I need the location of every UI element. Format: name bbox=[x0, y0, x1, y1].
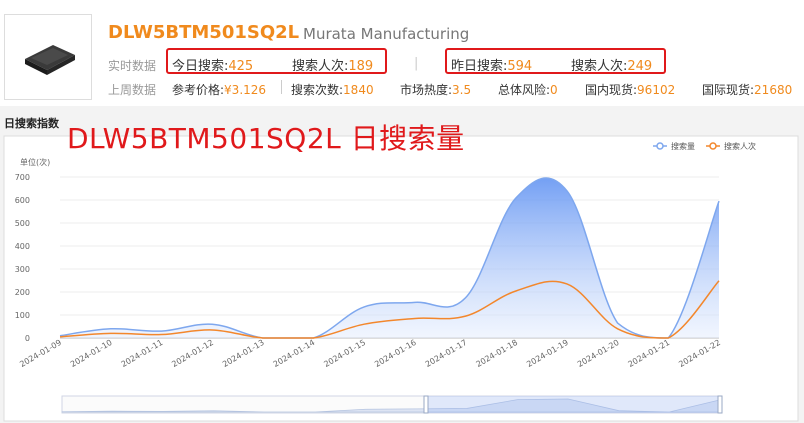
svg-text:搜索人次: 搜索人次 bbox=[724, 141, 756, 151]
search-volume-point[interactable] bbox=[210, 322, 214, 326]
search-people-point[interactable] bbox=[464, 314, 468, 318]
search-volume-point[interactable] bbox=[514, 196, 518, 200]
zoom-selection[interactable] bbox=[426, 396, 720, 413]
zoom-handle-left[interactable] bbox=[423, 395, 429, 414]
y-tick-label: 400 bbox=[15, 242, 30, 251]
search-volume-point[interactable] bbox=[362, 305, 366, 309]
zoom-handle-right[interactable] bbox=[717, 395, 723, 414]
y-tick-label: 500 bbox=[15, 219, 30, 228]
search-people-point[interactable] bbox=[159, 333, 163, 337]
y-tick-label: 300 bbox=[15, 265, 30, 274]
search-people-point[interactable] bbox=[565, 282, 569, 286]
search-volume-point[interactable] bbox=[159, 329, 163, 333]
y-tick-label: 700 bbox=[15, 173, 30, 182]
search-people-point[interactable] bbox=[717, 279, 721, 283]
svg-text:搜索量: 搜索量 bbox=[671, 141, 695, 151]
data-zoom-slider[interactable] bbox=[61, 395, 723, 414]
y-tick-label: 100 bbox=[15, 311, 30, 320]
search-volume-point[interactable] bbox=[464, 296, 468, 300]
search-volume-point[interactable] bbox=[717, 199, 721, 203]
y-tick-label: 200 bbox=[15, 288, 30, 297]
search-volume-chart: 0100200300400500600700 单位(次) 2024-01-09 2… bbox=[3, 135, 799, 422]
search-volume-point[interactable] bbox=[565, 189, 569, 193]
search-people-point[interactable] bbox=[210, 328, 214, 332]
search-people-point[interactable] bbox=[514, 289, 518, 293]
chart-panel bbox=[3, 135, 799, 422]
search-people-point[interactable] bbox=[362, 322, 366, 326]
search-volume-point[interactable] bbox=[616, 321, 620, 325]
y-tick-label: 600 bbox=[15, 196, 30, 205]
y-axis-unit: 单位(次) bbox=[20, 157, 50, 167]
search-volume-point[interactable] bbox=[109, 327, 113, 331]
search-people-point[interactable] bbox=[616, 327, 620, 331]
search-people-point[interactable] bbox=[413, 316, 417, 320]
search-volume-point[interactable] bbox=[413, 300, 417, 304]
legend-item-search-volume[interactable]: 搜索量 bbox=[653, 141, 695, 151]
y-tick-label: 0 bbox=[25, 334, 30, 343]
legend-item-search-people[interactable]: 搜索人次 bbox=[706, 141, 756, 151]
overlay-title: DLW5BTM501SQ2L 日搜索量 bbox=[67, 122, 465, 155]
search-people-point[interactable] bbox=[109, 331, 113, 335]
